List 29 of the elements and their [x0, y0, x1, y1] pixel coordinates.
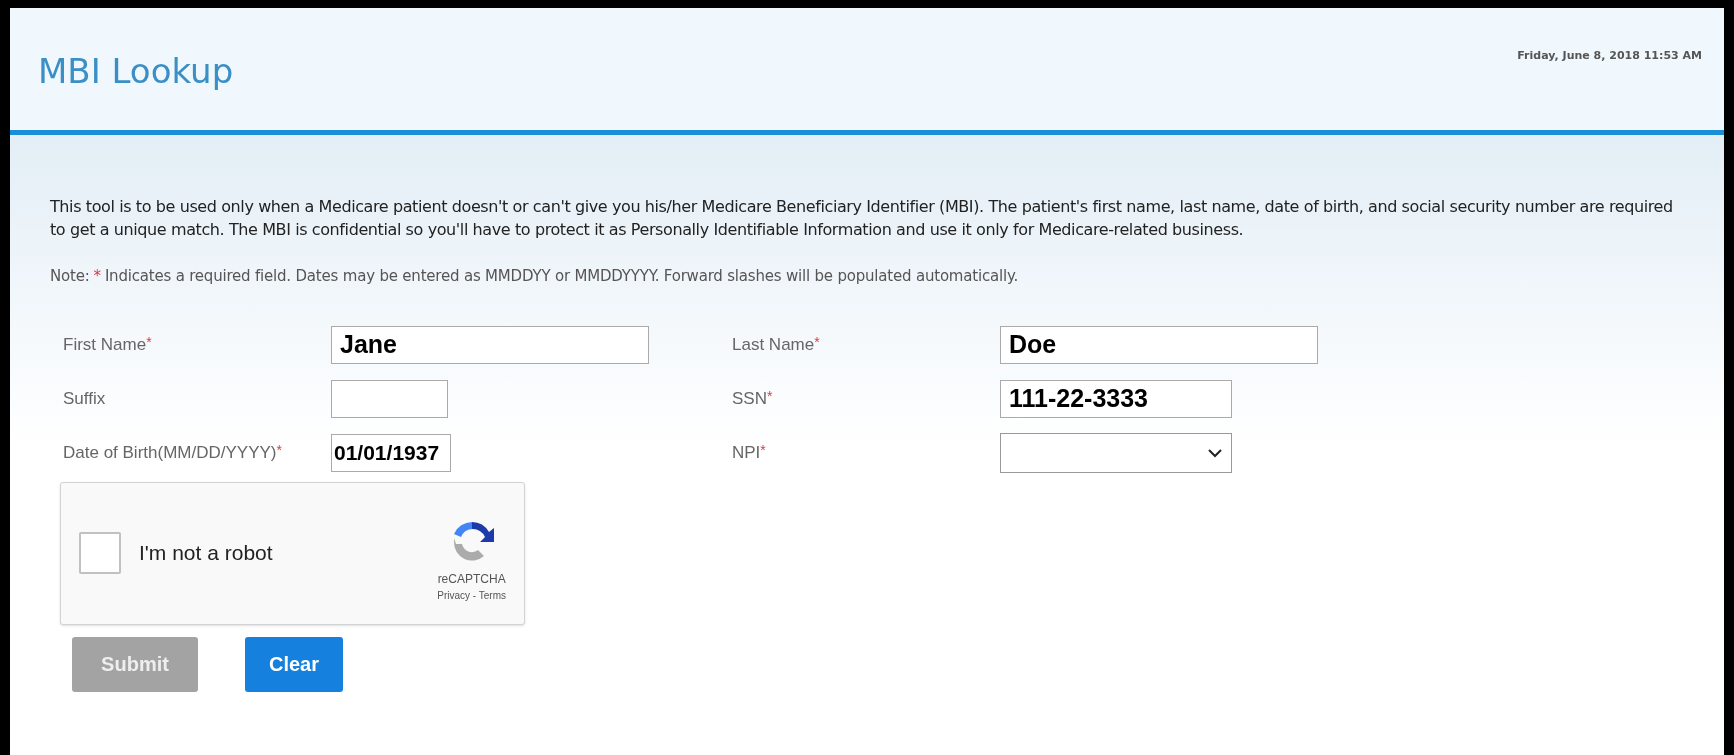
field-label: First Name	[63, 333, 147, 356]
field-label: Suffix	[63, 387, 106, 410]
captcha-checkbox[interactable]	[79, 532, 121, 574]
intro-paragraph: This tool is to be used only when a Medicare patient doesn't or can't give you his/her Medicare Beneficiary Identifier (MBI). The patient's first name, last name, date of birth, and social security number are required to get a unique match. The MBI is confidential so you'll have to protect it as Personally Identifiable Information and use it only for Medicare-related business.	[50, 196, 1674, 241]
chevron-down-icon	[1207, 447, 1223, 458]
input-field[interactable]: Doe	[1000, 325, 1318, 364]
input-field[interactable]: Jane	[331, 325, 649, 364]
required-mark: *	[146, 332, 152, 352]
field-label: NPI	[732, 441, 761, 464]
field-label: Date of Birth(MM/DD/YYYY)	[63, 441, 277, 464]
required-mark: *	[276, 440, 282, 460]
required-mark: *	[766, 386, 773, 406]
captcha-label: I'm not a robot	[139, 540, 273, 567]
note-text: Indicates a required field. Dates may be entered as MMDDYY or MMDDYYYY. Forward slashes will be populated automatically.	[104, 266, 1018, 287]
input-field[interactable]	[331, 379, 448, 418]
date-time: Friday, June 8, 2018 11:53 AM	[1517, 48, 1702, 64]
required-mark: *	[93, 266, 101, 287]
field-label: SSN	[732, 387, 767, 410]
npi-select[interactable]	[1000, 432, 1232, 473]
recaptcha-brand: reCAPTCHA	[437, 570, 506, 588]
clear-button[interactable]: Clear	[245, 636, 343, 692]
input-field[interactable]: 01/01/1937	[331, 433, 451, 472]
note-label: Note:	[50, 266, 90, 287]
privacy-terms-link[interactable]: Privacy - Terms	[437, 587, 506, 603]
input-field[interactable]: 111-22-3333	[1000, 379, 1232, 418]
required-mark: *	[760, 440, 766, 460]
field-label: Last Name	[732, 333, 815, 356]
required-mark: *	[814, 332, 820, 352]
page-title: MBI Lookup	[38, 50, 234, 93]
